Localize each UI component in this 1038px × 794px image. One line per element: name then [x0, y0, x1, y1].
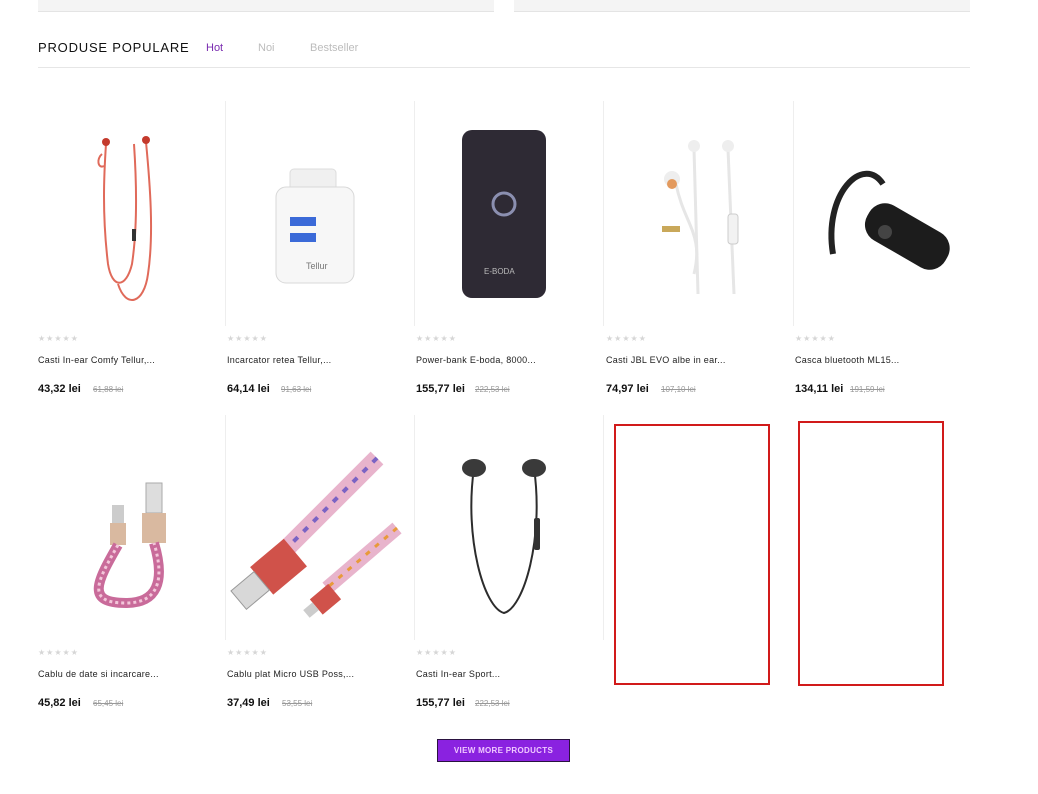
product-name[interactable]: Incarcator retea Tellur,... — [227, 355, 331, 365]
tab-bestseller[interactable]: Bestseller — [310, 42, 358, 54]
product-old-price: 91,63 lei — [281, 385, 312, 394]
product-old-price: 222,53 lei — [475, 385, 510, 394]
product-card[interactable]: ★★★★★ Cablu plat Micro USB Poss,... 37,4… — [227, 415, 415, 730]
rating-stars: ★★★★★ — [38, 334, 79, 343]
product-image-power-bank[interactable]: E-BODA — [416, 101, 592, 326]
product-name[interactable]: Power-bank E-boda, 8000... — [416, 355, 536, 365]
product-price: 155,77 lei — [416, 697, 465, 709]
rating-stars: ★★★★★ — [606, 334, 647, 343]
sport-earphones-icon — [462, 458, 546, 614]
usb-c-cable-icon — [93, 482, 166, 608]
product-card[interactable]: Tellur ★★★★★ Incarcator retea Tellur,...… — [227, 101, 415, 416]
empty-product-slot — [614, 424, 770, 685]
red-earphones-icon — [97, 135, 153, 301]
product-image-red-earphones[interactable] — [38, 101, 214, 326]
product-old-price: 53,55 lei — [282, 699, 313, 708]
tab-hot[interactable]: Hot — [206, 42, 223, 54]
product-price: 43,32 lei — [38, 383, 81, 395]
product-card[interactable]: E-BODA ★★★★★ Power-bank E-boda, 8000... … — [416, 101, 604, 416]
product-old-price: 191,59 lei — [850, 385, 885, 394]
product-image-white-earphones[interactable] — [606, 101, 782, 326]
white-earphones-icon — [662, 139, 739, 294]
power-bank-icon: E-BODA — [462, 129, 546, 298]
product-price: 64,14 lei — [227, 383, 270, 395]
svg-text:Tellur: Tellur — [306, 261, 328, 271]
tab-noi[interactable]: Noi — [258, 42, 275, 54]
product-price: 155,77 lei — [416, 383, 465, 395]
product-price: 74,97 lei — [606, 383, 649, 395]
product-name[interactable]: Casti In-ear Comfy Tellur,... — [38, 355, 155, 365]
banner-right[interactable] — [514, 0, 970, 12]
product-name[interactable]: Cablu de date si incarcare... — [38, 669, 159, 679]
section-title: PRODUSE POPULARE — [38, 40, 190, 55]
product-name[interactable]: Cablu plat Micro USB Poss,... — [227, 669, 354, 679]
product-image-micro-usb-cable[interactable] — [227, 415, 403, 640]
section-header: PRODUSE POPULARE Hot Noi Bestseller — [38, 36, 970, 68]
product-price: 37,49 lei — [227, 697, 270, 709]
wall-charger-icon: Tellur — [275, 168, 355, 283]
banner-left[interactable] — [38, 0, 494, 12]
bluetooth-headset-icon — [828, 170, 950, 270]
rating-stars: ★★★★★ — [416, 648, 457, 657]
product-old-price: 222,53 lei — [475, 699, 510, 708]
empty-product-slot — [798, 421, 944, 686]
product-card[interactable]: ★★★★★ Casti JBL EVO albe in ear... 74,97… — [606, 101, 794, 416]
product-name[interactable]: Casti JBL EVO albe in ear... — [606, 355, 726, 365]
product-card[interactable]: ★★★★★ Casti In-ear Sport... 155,77 lei 2… — [416, 415, 604, 730]
product-name[interactable]: Casti In-ear Sport... — [416, 669, 500, 679]
product-card[interactable]: ★★★★★ Casti In-ear Comfy Tellur,... 43,3… — [38, 101, 226, 416]
view-more-products-button[interactable]: VIEW MORE PRODUCTS — [437, 739, 570, 762]
product-price: 45,82 lei — [38, 697, 81, 709]
product-price: 134,11 lei — [795, 383, 844, 395]
product-old-price: 107,10 lei — [661, 385, 696, 394]
micro-usb-cable-icon — [230, 451, 402, 618]
product-old-price: 61,88 lei — [93, 385, 124, 394]
svg-text:E-BODA: E-BODA — [484, 267, 515, 276]
product-image-wall-charger[interactable]: Tellur — [227, 101, 403, 326]
product-old-price: 65,45 lei — [93, 699, 124, 708]
rating-stars: ★★★★★ — [795, 334, 836, 343]
product-name[interactable]: Casca bluetooth ML15... — [795, 355, 899, 365]
product-image-usb-c-cable[interactable] — [38, 415, 214, 640]
rating-stars: ★★★★★ — [227, 648, 268, 657]
product-image-sport-earphones[interactable] — [416, 415, 592, 640]
rating-stars: ★★★★★ — [416, 334, 457, 343]
product-card[interactable]: ★★★★★ Cablu de date si incarcare... 45,8… — [38, 415, 226, 730]
product-card[interactable]: ★★★★★ Casca bluetooth ML15... 134,11 lei… — [795, 101, 971, 416]
product-image-bluetooth-headset[interactable] — [795, 101, 971, 326]
rating-stars: ★★★★★ — [227, 334, 268, 343]
rating-stars: ★★★★★ — [38, 648, 79, 657]
